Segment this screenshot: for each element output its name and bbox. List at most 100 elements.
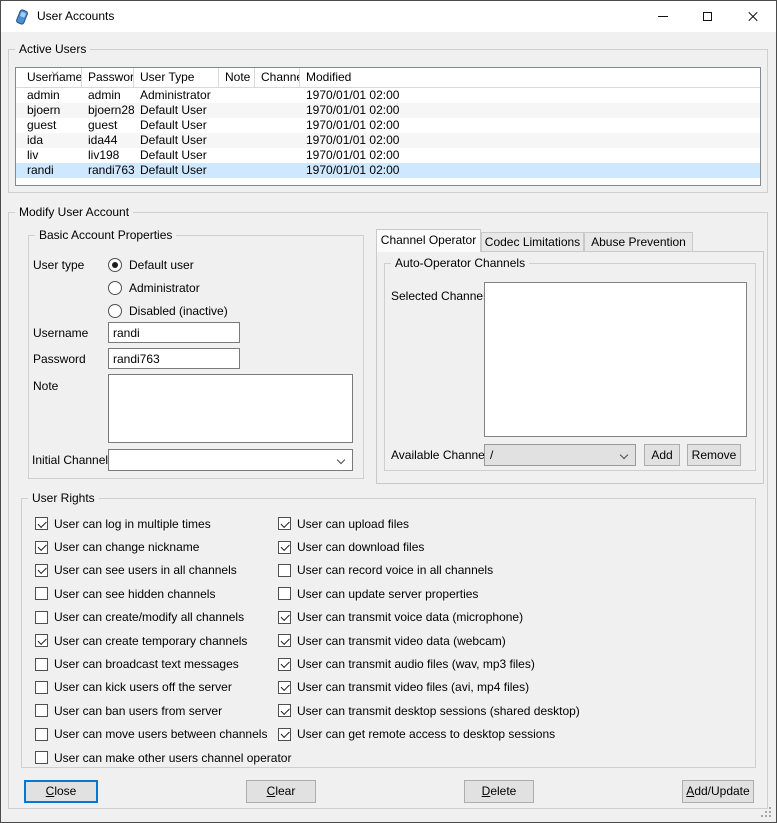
user-right-checkbox[interactable]: User can change nickname	[35, 535, 273, 558]
column-header-user-type[interactable]: User Type	[134, 68, 219, 88]
table-cell	[219, 118, 255, 133]
available-channels-value: /	[490, 448, 493, 462]
user-right-checkbox[interactable]: User can log in multiple times	[35, 512, 273, 535]
checkbox-icon	[35, 587, 48, 600]
checkbox-icon	[35, 541, 48, 554]
tab-abuse-prevention[interactable]: Abuse Prevention	[584, 232, 693, 251]
user-right-checkbox[interactable]: User can see hidden channels	[35, 582, 273, 605]
table-cell: guest	[16, 118, 82, 133]
checkbox-label: User can see users in all channels	[54, 563, 237, 577]
chevron-down-icon	[620, 451, 628, 459]
column-header-modified[interactable]: Modified	[300, 68, 760, 88]
checkbox-label: User can transmit video data (webcam)	[297, 634, 506, 648]
close-button[interactable]: Close	[24, 780, 98, 803]
user-right-checkbox[interactable]: User can transmit audio files (wav, mp3 …	[278, 652, 618, 675]
user-right-checkbox[interactable]: User can download files	[278, 535, 618, 558]
selected-channels-listbox[interactable]	[484, 282, 747, 437]
app-icon	[13, 8, 31, 26]
user-right-checkbox[interactable]: User can kick users off the server	[35, 676, 273, 699]
table-cell: Default User	[134, 133, 219, 148]
user-right-checkbox[interactable]: User can make other users channel operat…	[35, 746, 273, 769]
table-cell	[219, 163, 255, 178]
user-right-checkbox[interactable]: User can ban users from server	[35, 699, 273, 722]
user-type-radio[interactable]: Administrator	[108, 276, 228, 299]
checkbox-icon	[278, 634, 291, 647]
table-cell	[219, 133, 255, 148]
table-row[interactable]: idaida44Default User1970/01/01 02:00	[16, 133, 760, 148]
user-right-checkbox[interactable]: User can upload files	[278, 512, 618, 535]
close-icon	[747, 11, 759, 23]
checkbox-label: User can see hidden channels	[54, 587, 215, 601]
checkbox-label: User can transmit audio files (wav, mp3 …	[297, 657, 535, 671]
active-users-table[interactable]: UsernamePasswordUser TypeNoteChannelModi…	[15, 67, 761, 186]
sort-indicator	[52, 69, 59, 76]
add-button[interactable]: Add	[644, 444, 680, 466]
remove-button[interactable]: Remove	[687, 444, 741, 466]
checkbox-label: User can download files	[297, 540, 424, 554]
close-window-button[interactable]	[730, 2, 775, 31]
user-rights-left-column: User can log in multiple timesUser can c…	[35, 512, 273, 769]
delete-button[interactable]: Delete	[464, 780, 534, 803]
user-right-checkbox[interactable]: User can see users in all channels	[35, 559, 273, 582]
add-update-button[interactable]: Add/Update	[682, 780, 754, 803]
user-right-checkbox[interactable]: User can broadcast text messages	[35, 652, 273, 675]
checkbox-label: User can create temporary channels	[54, 634, 247, 648]
table-cell: admin	[16, 88, 82, 103]
table-cell	[255, 88, 300, 103]
checkbox-icon	[35, 751, 48, 764]
note-field[interactable]	[108, 374, 353, 443]
table-cell	[219, 148, 255, 163]
user-right-checkbox[interactable]: User can update server properties	[278, 582, 618, 605]
checkbox-icon	[35, 728, 48, 741]
table-row[interactable]: adminadminAdministrator1970/01/01 02:00	[16, 88, 760, 103]
radio-label: Default user	[129, 258, 194, 272]
table-row[interactable]: livliv198Default User1970/01/01 02:00	[16, 148, 760, 163]
table-cell: 1970/01/01 02:00	[300, 103, 760, 118]
table-row[interactable]: guestguestDefault User1970/01/01 02:00	[16, 118, 760, 133]
resize-grip[interactable]	[761, 807, 772, 818]
user-type-radio-group: Default user Administrator Disabled (inact…	[108, 253, 228, 322]
user-right-checkbox[interactable]: User can create/modify all channels	[35, 606, 273, 629]
user-right-checkbox[interactable]: User can move users between channels	[35, 723, 273, 746]
user-right-checkbox[interactable]: User can transmit desktop sessions (shar…	[278, 699, 618, 722]
column-header-note[interactable]: Note	[219, 68, 255, 88]
minimize-button[interactable]	[640, 2, 685, 31]
user-right-checkbox[interactable]: User can record voice in all channels	[278, 559, 618, 582]
initial-channel-combobox[interactable]	[108, 449, 353, 471]
available-channels-label: Available Channels	[391, 448, 494, 463]
modify-user-account-label: Modify User Account	[15, 205, 133, 220]
user-right-checkbox[interactable]: User can transmit voice data (microphone…	[278, 606, 618, 629]
maximize-button[interactable]	[685, 2, 730, 31]
checkbox-label: User can update server properties	[297, 587, 478, 601]
table-cell: liv	[16, 148, 82, 163]
username-field[interactable]	[108, 322, 240, 343]
checkbox-icon	[278, 517, 291, 530]
checkbox-icon	[278, 564, 291, 577]
checkbox-label: User can record voice in all channels	[297, 563, 493, 577]
table-cell: 1970/01/01 02:00	[300, 163, 760, 178]
table-row[interactable]: bjoernbjoern286Default User1970/01/01 02…	[16, 103, 760, 118]
checkbox-icon	[35, 658, 48, 671]
user-type-radio[interactable]: Default user	[108, 253, 228, 276]
user-type-radio[interactable]: Disabled (inactive)	[108, 299, 228, 322]
tab-channel-operator[interactable]: Channel Operator	[376, 229, 481, 252]
checkbox-label: User can transmit desktop sessions (shar…	[297, 704, 580, 718]
table-cell: bjoern	[16, 103, 82, 118]
clear-button[interactable]: Clear	[246, 780, 316, 803]
table-cell: bjoern286	[82, 103, 134, 118]
table-cell	[255, 148, 300, 163]
radio-label: Administrator	[129, 281, 200, 295]
table-row[interactable]: randirandi763Default User1970/01/01 02:0…	[16, 163, 760, 178]
column-header-channel[interactable]: Channel	[255, 68, 300, 88]
column-header-password[interactable]: Password	[82, 68, 134, 88]
table-cell: admin	[82, 88, 134, 103]
available-channels-combobox[interactable]: /	[484, 444, 636, 466]
user-right-checkbox[interactable]: User can get remote access to desktop se…	[278, 723, 618, 746]
password-field[interactable]	[108, 348, 240, 369]
column-header-username[interactable]: Username	[16, 68, 82, 88]
tab-codec-limitations[interactable]: Codec Limitations	[481, 232, 584, 251]
checkbox-label: User can create/modify all channels	[54, 610, 244, 624]
user-right-checkbox[interactable]: User can transmit video files (avi, mp4 …	[278, 676, 618, 699]
user-right-checkbox[interactable]: User can create temporary channels	[35, 629, 273, 652]
user-right-checkbox[interactable]: User can transmit video data (webcam)	[278, 629, 618, 652]
